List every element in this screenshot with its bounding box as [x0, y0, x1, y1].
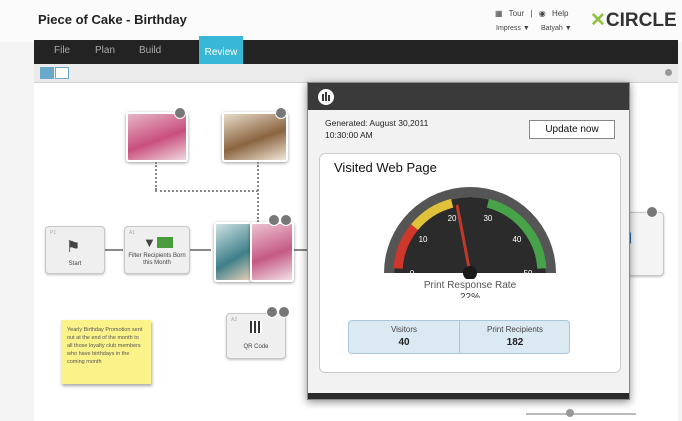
connector-line: [292, 249, 308, 251]
tab-plan[interactable]: Plan: [95, 45, 115, 56]
tour-link[interactable]: Tour: [509, 9, 525, 18]
help-link[interactable]: Help: [552, 9, 568, 18]
info-badge-icon[interactable]: [268, 214, 280, 226]
view-split-icon[interactable]: [55, 67, 69, 79]
close-badge-icon[interactable]: [646, 206, 658, 218]
gauge-tick-label: 10: [419, 235, 428, 244]
response-gauge: 0 10 20 30 40 50: [384, 187, 556, 279]
node-label: QR Code: [243, 344, 269, 350]
tab-build[interactable]: Build: [139, 45, 161, 56]
web-page-panel: Visited Web Page 0 10 20 30 40 50 Print Respo…: [319, 153, 621, 373]
tab-review[interactable]: Review: [199, 36, 243, 64]
panel-title: Visited Web Page: [334, 160, 437, 175]
gauge-percentage: 22%: [459, 292, 480, 298]
qr-code-node[interactable]: A2 QR Code: [226, 313, 286, 359]
visitors-stat: Visitors 40: [390, 325, 418, 348]
close-badge-icon[interactable]: [174, 107, 186, 119]
flag-icon: ⚑: [66, 239, 81, 256]
node-tag: A2: [231, 317, 238, 323]
popup-header: [308, 83, 629, 110]
info-badge-icon[interactable]: [266, 306, 278, 318]
gauge-tick-label: 0: [410, 269, 415, 278]
print-piece-image[interactable]: [214, 222, 252, 282]
start-node[interactable]: P1 ⚑ Start: [45, 226, 105, 274]
cupcake-print-image[interactable]: [250, 222, 294, 282]
gauge-tick-label: 40: [512, 235, 521, 244]
print-recipients-stat: Print Recipients 182: [486, 325, 544, 348]
impress-dropdown[interactable]: Impress ▼: [496, 25, 530, 32]
main-nav: File Plan Build Review: [34, 36, 678, 64]
stats-box: Visitors 40 Print Recipients 182: [348, 320, 570, 354]
connector-line: [103, 249, 123, 251]
node-tag: A1: [129, 230, 136, 236]
gauge-title: Print Response Rate: [423, 280, 517, 291]
page-title: Piece of Cake - Birthday: [38, 12, 187, 27]
gauge-tick-label: 50: [524, 269, 533, 278]
view-flow-icon[interactable]: [40, 67, 54, 79]
help-icon[interactable]: ◉: [539, 9, 546, 18]
connector-line: [155, 162, 157, 190]
close-badge-icon[interactable]: [280, 214, 292, 226]
gauge-tick-label: 20: [448, 214, 457, 223]
tab-file[interactable]: File: [54, 45, 70, 56]
gauge-tick-label: 30: [483, 214, 492, 223]
cupcake-image[interactable]: [126, 112, 188, 162]
report-popup: Generated: August 30,2011 10:30:00 AM Up…: [307, 82, 630, 400]
logo-mark: ✕: [590, 10, 606, 31]
connector-line: [189, 249, 211, 251]
canvas-toolbar: [34, 64, 678, 83]
close-badge-icon[interactable]: [275, 107, 287, 119]
node-label: Start: [68, 261, 82, 267]
user-dropdown[interactable]: Batyah ▼: [541, 25, 572, 32]
qr-code-icon: [250, 321, 262, 333]
node-tag: P1: [50, 230, 57, 236]
filter-node[interactable]: A1 ▼ Filter Recipients Born this Month: [124, 226, 190, 274]
generated-timestamp: Generated: August 30,2011 10:30:00 AM: [325, 118, 429, 140]
popup-footer: [308, 393, 629, 399]
zoom-slider-track[interactable]: [526, 413, 636, 415]
cake-box-image[interactable]: [222, 112, 288, 162]
tour-icon[interactable]: ▦: [495, 9, 503, 18]
connector-line: [155, 190, 258, 192]
top-bar: Piece of Cake - Birthday ▦ Tour | ◉ Help…: [0, 0, 682, 42]
circle-logo: ✕CIRCLE: [590, 10, 677, 31]
divider: |: [530, 9, 533, 18]
zoom-slider-handle[interactable]: [566, 409, 574, 417]
sticky-note[interactable]: Yearly Birthday Promotion sent out at th…: [61, 320, 151, 384]
recipients-icon: [157, 237, 173, 248]
bar-chart-icon: [318, 89, 334, 105]
header-links: ▦ Tour | ◉ Help: [495, 9, 572, 18]
app-window: Piece of Cake - Birthday ▦ Tour | ◉ Help…: [0, 0, 682, 421]
update-now-button[interactable]: Update now: [529, 120, 615, 139]
close-badge-icon[interactable]: [278, 306, 290, 318]
partial-node[interactable]: [625, 212, 664, 276]
settings-icon[interactable]: [665, 69, 672, 76]
connector-line: [257, 162, 259, 222]
node-label: Filter Recipients Born this Month: [128, 253, 186, 266]
filter-icon: ▼: [143, 235, 156, 250]
